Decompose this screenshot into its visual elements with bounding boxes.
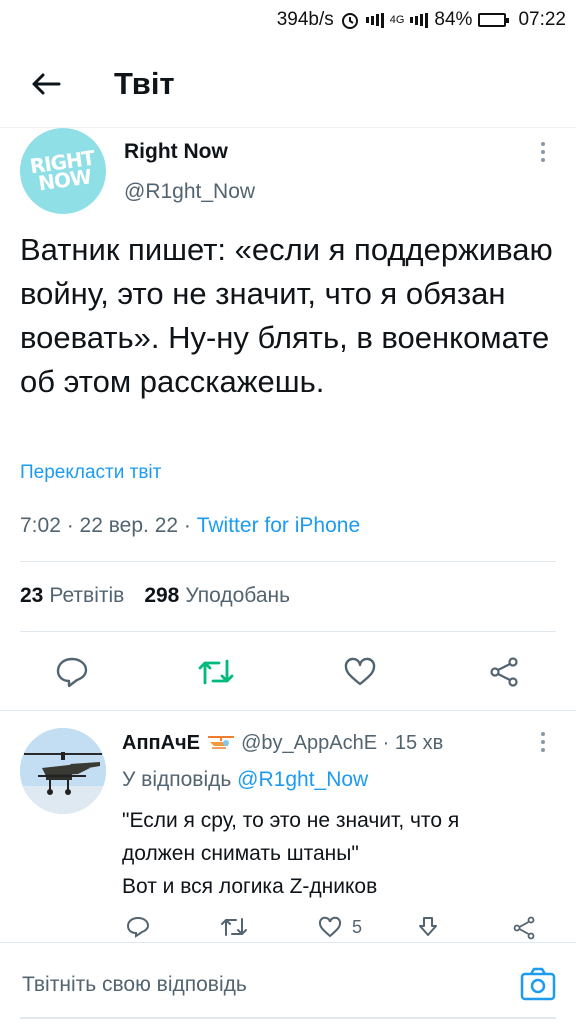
tweet-actions <box>0 652 576 696</box>
compose-bar: Твітніть свою відповідь <box>0 942 576 1024</box>
reply-reply-button[interactable] <box>126 916 150 938</box>
reply-like-count: 5 <box>352 916 363 937</box>
avatar[interactable]: RIGHT NOW <box>20 128 106 214</box>
reply-icon <box>126 916 150 938</box>
network-speed: 394b/s <box>276 9 334 30</box>
avatar-logo: RIGHT NOW <box>28 145 96 196</box>
helicopter-avatar-image <box>20 728 106 814</box>
retweet-button[interactable] <box>196 652 236 692</box>
arrow-down-icon <box>419 917 437 936</box>
more-options-button[interactable] <box>536 142 550 166</box>
reply-author-name[interactable]: АппАчЕ <box>122 732 200 754</box>
helicopter-emoji-icon <box>206 732 242 754</box>
author-name[interactable]: Right Now <box>124 140 228 164</box>
reply-text: "Если я сру, то это не значит, что я дол… <box>122 809 460 898</box>
heart-icon <box>318 916 342 938</box>
reply-share-button[interactable] <box>512 916 536 940</box>
tweet-meta: 7:02 · 22 вер. 22 · Twitter for iPhone <box>20 514 361 537</box>
author-handle[interactable]: @R1ght_Now <box>124 180 255 204</box>
network-type: 4G <box>389 14 405 26</box>
battery-icon <box>478 13 510 27</box>
tweet-date: 22 вер. 22 <box>79 514 179 537</box>
share-icon <box>513 916 535 940</box>
signal-icon-2 <box>410 12 429 28</box>
reply-header: АппАчЕ @by_AppAchE · 15 хв <box>122 732 444 754</box>
reply-like-button[interactable]: 5 <box>318 916 362 938</box>
like-button[interactable] <box>340 652 380 692</box>
page-title: Твіт <box>114 65 175 101</box>
tweet-source-link[interactable]: Twitter for iPhone <box>197 514 360 537</box>
clock: 07:22 <box>518 9 566 30</box>
alarm-icon <box>340 10 360 30</box>
tweet-text: Ватник пишет: «если я поддерживаю войну,… <box>20 232 553 399</box>
reply-button[interactable] <box>52 652 92 692</box>
reply-retweet-button[interactable] <box>220 916 248 938</box>
share-icon <box>490 657 518 687</box>
camera-icon <box>520 967 556 1001</box>
reply-downvote-button[interactable] <box>416 916 440 938</box>
retweets-stat[interactable]: 23 Ретвітів <box>20 584 124 608</box>
battery-percent: 84% <box>434 9 473 30</box>
replying-to: У відповідь @R1ght_Now <box>122 768 369 791</box>
status-bar: 394b/s 4G 84% 07:22 <box>0 0 576 40</box>
share-button[interactable] <box>484 652 524 692</box>
reply-more-options-button[interactable] <box>536 732 550 756</box>
likes-stat[interactable]: 298 Уподобань <box>144 584 290 608</box>
signal-icon <box>365 12 384 28</box>
heart-icon <box>344 657 376 686</box>
header: Твіт <box>0 40 576 128</box>
reply-avatar[interactable] <box>20 728 106 814</box>
retweet-icon <box>221 918 247 936</box>
divider <box>20 631 556 632</box>
divider <box>20 561 556 562</box>
tweet-time: 7:02 <box>20 514 61 537</box>
separator <box>0 710 576 711</box>
arrow-left-icon <box>32 73 61 94</box>
reply-input[interactable]: Твітніть свою відповідь <box>22 973 247 997</box>
camera-button[interactable] <box>520 967 556 1001</box>
retweet-icon <box>198 659 234 685</box>
reply-author-handle[interactable]: @by_AppAchE <box>241 732 377 754</box>
reply-icon <box>56 657 88 688</box>
translate-tweet-link[interactable]: Перекласти твіт <box>20 462 161 484</box>
input-underline <box>20 1017 556 1019</box>
reply-time: 15 хв <box>394 732 444 754</box>
reply-mention-link[interactable]: @R1ght_Now <box>237 768 368 791</box>
back-button[interactable] <box>16 54 76 114</box>
tweet-stats: 23 Ретвітів 298 Уподобань <box>20 584 290 608</box>
reply-actions: 5 <box>122 912 552 942</box>
